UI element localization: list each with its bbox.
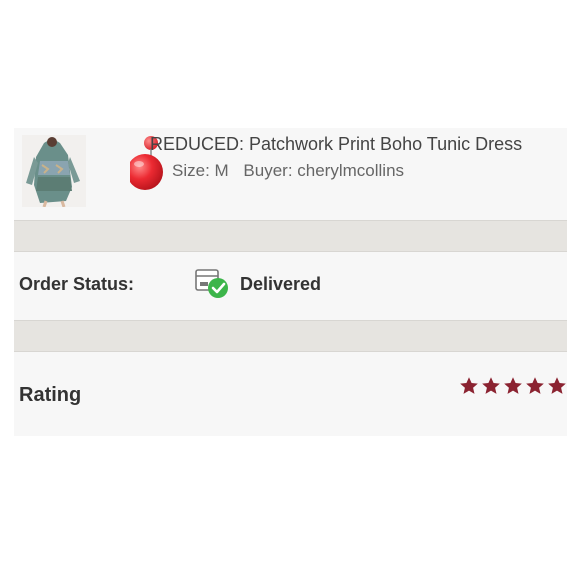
item-meta: Size: M Buyer: cherylmcollins: [172, 161, 404, 181]
rating-row: Rating: [14, 352, 567, 436]
rating-label: Rating: [19, 384, 82, 406]
star-icon: [460, 377, 478, 394]
section-divider: [14, 220, 567, 252]
star-icon: [504, 377, 522, 394]
section-divider: [14, 320, 567, 352]
rating-stars: [459, 376, 567, 396]
order-status-value: Delivered: [240, 274, 322, 294]
package-delivered-icon: [194, 264, 230, 300]
item-row[interactable]: REDUCED: Patchwork Print Boho Tunic Dres…: [14, 128, 567, 220]
star-icon: [548, 377, 566, 394]
item-title[interactable]: REDUCED: Patchwork Print Boho Tunic Dres…: [150, 134, 522, 155]
order-card: REDUCED: Patchwork Print Boho Tunic Dres…: [14, 128, 567, 436]
order-status-row: Order Status: Delivered: [14, 252, 567, 320]
item-thumbnail[interactable]: [22, 135, 86, 207]
star-icon: [526, 377, 544, 394]
order-status-label: Order Status:: [19, 274, 135, 294]
star-icon: [482, 377, 500, 394]
item-size: Size: M: [172, 161, 229, 180]
item-buyer[interactable]: Buyer: cherylmcollins: [243, 161, 404, 180]
